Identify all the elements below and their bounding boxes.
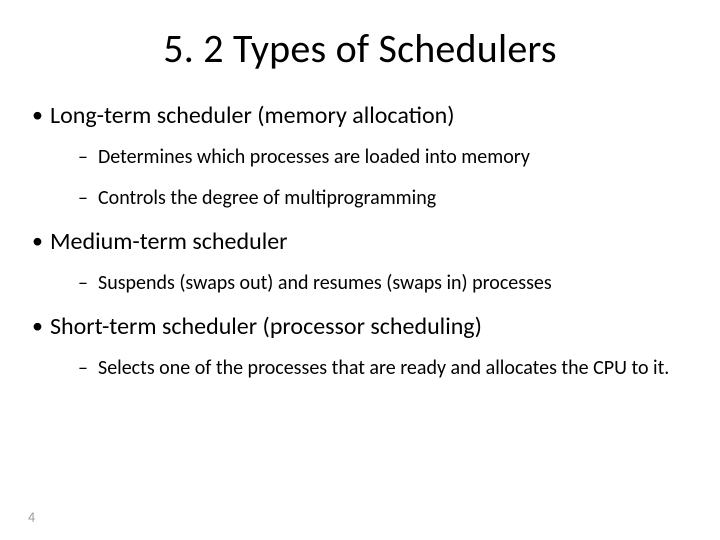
bullet-text: Long-term scheduler (memory allocation)	[50, 101, 455, 130]
bullet-list: Long-term scheduler (memory allocation) …	[28, 101, 692, 381]
sub-bullet-text: Selects one of the processes that are re…	[98, 356, 669, 380]
list-item: Suspends (swaps out) and resumes (swaps …	[50, 271, 692, 296]
sub-list: Selects one of the processes that are re…	[50, 356, 692, 381]
list-item: Medium-term scheduler Suspends (swaps ou…	[28, 227, 692, 296]
sub-bullet-text: Controls the degree of multiprogramming	[98, 186, 436, 210]
bullet-text: Medium-term scheduler	[50, 227, 288, 256]
page-number: 4	[28, 509, 35, 526]
sub-list: Suspends (swaps out) and resumes (swaps …	[50, 271, 692, 296]
list-item: Controls the degree of multiprogramming	[50, 186, 692, 211]
sub-bullet-text: Determines which processes are loaded in…	[98, 145, 530, 169]
list-item: Selects one of the processes that are re…	[50, 356, 692, 381]
bullet-text: Short-term scheduler (processor scheduli…	[50, 312, 482, 341]
list-item: Determines which processes are loaded in…	[50, 145, 692, 170]
slide: 5. 2 Types of Schedulers Long-term sched…	[0, 0, 720, 540]
list-item: Long-term scheduler (memory allocation) …	[28, 101, 692, 211]
sub-bullet-text: Suspends (swaps out) and resumes (swaps …	[98, 271, 552, 295]
slide-title: 5. 2 Types of Schedulers	[28, 24, 692, 73]
sub-list: Determines which processes are loaded in…	[50, 145, 692, 211]
list-item: Short-term scheduler (processor scheduli…	[28, 312, 692, 381]
